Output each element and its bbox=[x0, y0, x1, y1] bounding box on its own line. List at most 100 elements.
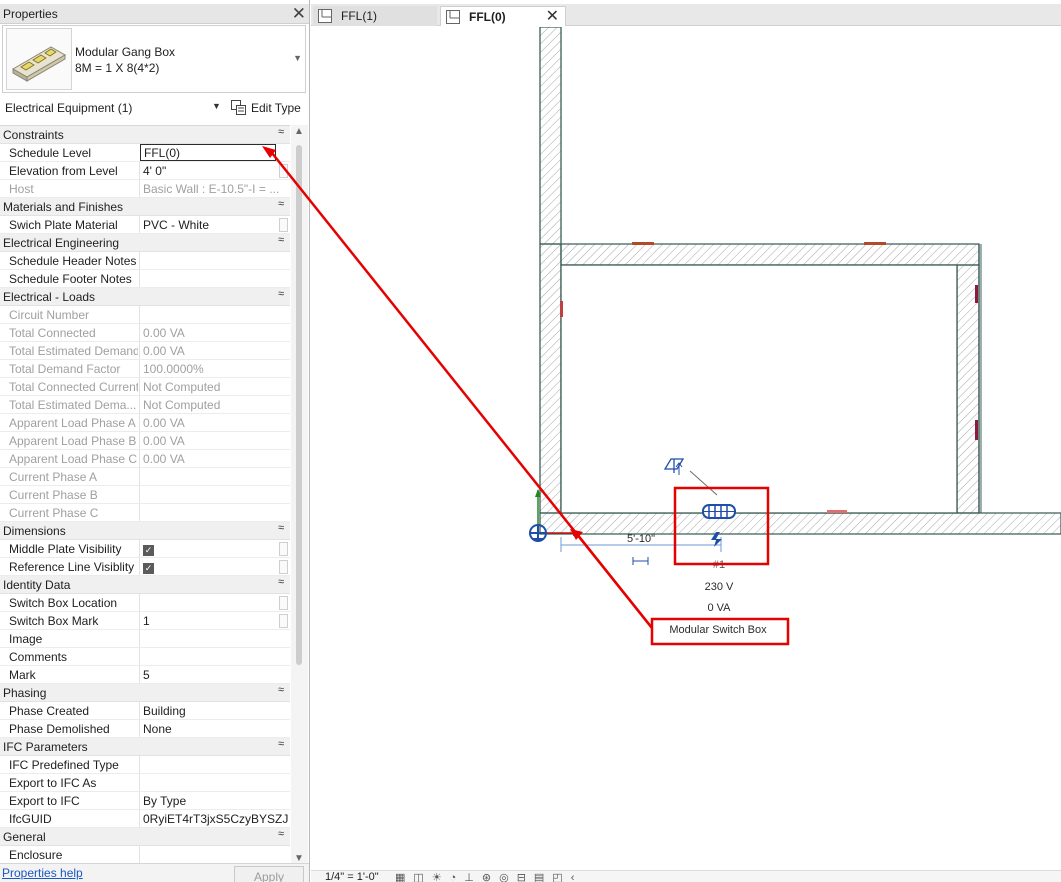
property-value[interactable] bbox=[139, 252, 290, 269]
close-icon[interactable]: ✕ bbox=[292, 4, 306, 24]
property-value[interactable] bbox=[139, 756, 290, 773]
category-filter[interactable]: Electrical Equipment (1) bbox=[5, 101, 132, 115]
property-value[interactable]: 5 bbox=[139, 666, 290, 683]
property-row-elevation-from-level[interactable]: Elevation from Level 4' 0" bbox=[0, 162, 290, 180]
wall-bottom[interactable] bbox=[539, 512, 1061, 535]
property-row-ifc-predefined-type[interactable]: IFC Predefined Type bbox=[0, 756, 290, 774]
scroll-up-icon[interactable]: ▲ bbox=[294, 126, 304, 137]
property-row-reference-line-visiblity[interactable]: Reference Line Visiblity ✓ bbox=[0, 558, 290, 576]
view-control-icons[interactable]: ▦◫☀◔⊥⊛◎⊟▤◰‹ bbox=[395, 871, 582, 882]
property-name: Total Demand Factor bbox=[9, 362, 121, 376]
property-value[interactable]: PVC - White bbox=[139, 216, 290, 233]
property-value[interactable]: ✓ bbox=[139, 558, 290, 575]
collapse-icon[interactable]: ≈ bbox=[278, 198, 284, 210]
property-row-switch-box-mark[interactable]: Switch Box Mark 1 bbox=[0, 612, 290, 630]
property-row-phase-demolished[interactable]: Phase Demolished None bbox=[0, 720, 290, 738]
property-value[interactable] bbox=[139, 270, 290, 287]
associate-parameter-button[interactable] bbox=[279, 596, 288, 610]
group-materials-and-finishes[interactable]: Materials and Finishes ≈ bbox=[0, 198, 290, 216]
associate-parameter-button[interactable] bbox=[279, 560, 288, 574]
close-icon[interactable]: ✕ bbox=[546, 7, 559, 26]
group-identity-data[interactable]: Identity Data ≈ bbox=[0, 576, 290, 594]
collapse-icon[interactable]: ≈ bbox=[278, 738, 284, 750]
properties-scrollbar[interactable]: ▲ ▼ bbox=[291, 125, 308, 865]
view-control-bar: 1/4" = 1'-0" ▦◫☀◔⊥⊛◎⊟▤◰‹ bbox=[311, 870, 1061, 882]
property-row-schedule-footer-notes[interactable]: Schedule Footer Notes bbox=[0, 270, 290, 288]
property-row-enclosure[interactable]: Enclosure bbox=[0, 846, 290, 864]
property-value[interactable] bbox=[139, 774, 290, 791]
scrollbar-thumb[interactable] bbox=[296, 145, 302, 665]
chevron-down-icon[interactable]: ▼ bbox=[293, 53, 302, 63]
tag-name[interactable]: Modular Switch Box bbox=[655, 624, 781, 636]
property-row-schedule-header-notes[interactable]: Schedule Header Notes bbox=[0, 252, 290, 270]
view-scale[interactable]: 1/4" = 1'-0" bbox=[325, 871, 379, 882]
property-row-export-to-ifc[interactable]: Export to IFC By Type bbox=[0, 792, 290, 810]
apply-button[interactable]: Apply bbox=[234, 866, 304, 882]
property-value[interactable]: By Type bbox=[139, 792, 290, 809]
property-value[interactable]: 1 bbox=[139, 612, 290, 629]
property-name: Mark bbox=[9, 668, 36, 682]
property-row-export-to-ifc-as[interactable]: Export to IFC As bbox=[0, 774, 290, 792]
group-label: Materials and Finishes bbox=[3, 200, 124, 214]
property-value[interactable] bbox=[139, 630, 290, 647]
property-value bbox=[139, 468, 290, 485]
property-value[interactable]: 0RyiET4rT3jxS5CzyBYSZJ bbox=[139, 810, 290, 827]
tab-ffl0[interactable]: FFL(0) ✕ bbox=[440, 6, 566, 26]
collapse-icon[interactable]: ≈ bbox=[278, 684, 284, 696]
group-dimensions[interactable]: Dimensions ≈ bbox=[0, 522, 290, 540]
edit-type-button[interactable]: Edit Type bbox=[229, 98, 305, 118]
checkbox-checked-icon[interactable]: ✓ bbox=[143, 545, 154, 556]
group-ifc-parameters[interactable]: IFC Parameters ≈ bbox=[0, 738, 290, 756]
collapse-icon[interactable]: ≈ bbox=[278, 234, 284, 246]
collapse-icon[interactable]: ≈ bbox=[278, 126, 284, 138]
group-electrical-loads[interactable]: Electrical - Loads ≈ bbox=[0, 288, 290, 306]
property-value: 0.00 VA bbox=[139, 342, 290, 359]
property-value[interactable]: None bbox=[139, 720, 290, 737]
tab-ffl1[interactable]: FFL(1) bbox=[313, 6, 437, 26]
property-value[interactable]: Building bbox=[139, 702, 290, 719]
collapse-icon[interactable]: ≈ bbox=[278, 828, 284, 840]
associate-parameter-button[interactable] bbox=[279, 542, 288, 556]
group-constraints[interactable]: Constraints ≈ bbox=[0, 126, 290, 144]
property-name: Reference Line Visiblity bbox=[9, 560, 135, 574]
properties-help-link[interactable]: Properties help bbox=[2, 866, 83, 880]
associate-parameter-button[interactable] bbox=[279, 218, 288, 232]
properties-title-bar[interactable]: Properties ✕ bbox=[0, 4, 309, 24]
wall-top[interactable] bbox=[560, 243, 980, 266]
property-value[interactable] bbox=[139, 594, 290, 611]
dimension-label[interactable]: 5'-10" bbox=[611, 533, 671, 545]
property-row-comments[interactable]: Comments bbox=[0, 648, 290, 666]
group-phasing[interactable]: Phasing ≈ bbox=[0, 684, 290, 702]
associate-parameter-button[interactable] bbox=[279, 164, 288, 178]
group-general[interactable]: General ≈ bbox=[0, 828, 290, 846]
property-name: Apparent Load Phase B bbox=[9, 434, 137, 448]
property-value[interactable]: 4' 0" bbox=[139, 162, 290, 179]
property-row-mark[interactable]: Mark 5 bbox=[0, 666, 290, 684]
property-value[interactable] bbox=[139, 648, 290, 665]
type-selector[interactable]: Modular Gang Box 8M = 1 X 8(4*2) ▼ bbox=[2, 25, 306, 93]
property-row-phase-created[interactable]: Phase Created Building bbox=[0, 702, 290, 720]
drawing-canvas[interactable]: 5'-10" #1 230 V 0 VA Modular Switch Box bbox=[311, 27, 1061, 870]
chevron-down-icon[interactable]: ▼ bbox=[212, 101, 221, 111]
property-row-schedule-level[interactable]: Schedule Level FFL(0) bbox=[0, 144, 290, 162]
property-row-swich-plate-material[interactable]: Swich Plate Material PVC - White bbox=[0, 216, 290, 234]
collapse-icon[interactable]: ≈ bbox=[278, 576, 284, 588]
property-row-image[interactable]: Image bbox=[0, 630, 290, 648]
property-row-ifcguid[interactable]: IfcGUID 0RyiET4rT3jxS5CzyBYSZJ bbox=[0, 810, 290, 828]
property-value[interactable] bbox=[139, 846, 290, 863]
group-electrical-engineering[interactable]: Electrical Engineering ≈ bbox=[0, 234, 290, 252]
collapse-icon[interactable]: ≈ bbox=[278, 288, 284, 300]
property-name: Middle Plate Visibility bbox=[9, 542, 122, 556]
property-row-total-connected-current: Total Connected Current Not Computed bbox=[0, 378, 290, 396]
associate-parameter-button[interactable] bbox=[279, 614, 288, 628]
wall-left-lower[interactable] bbox=[539, 243, 562, 514]
property-row-switch-box-location[interactable]: Switch Box Location bbox=[0, 594, 290, 612]
property-value[interactable]: ✓ bbox=[139, 540, 290, 557]
property-value-input[interactable]: FFL(0) bbox=[140, 144, 276, 161]
wall-left[interactable] bbox=[539, 27, 562, 245]
room-interior bbox=[560, 264, 958, 514]
checkbox-checked-icon[interactable]: ✓ bbox=[143, 563, 154, 574]
group-label: Phasing bbox=[3, 686, 47, 700]
property-row-middle-plate-visibility[interactable]: Middle Plate Visibility ✓ bbox=[0, 540, 290, 558]
collapse-icon[interactable]: ≈ bbox=[278, 522, 284, 534]
